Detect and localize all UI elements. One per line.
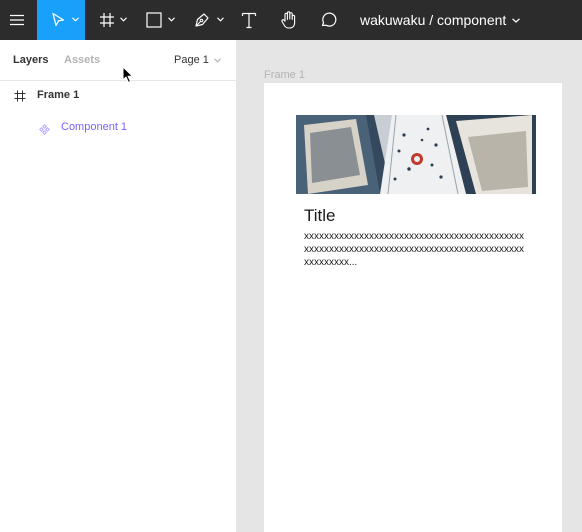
card-image[interactable] <box>296 115 536 194</box>
comment-tool-button[interactable] <box>316 0 340 40</box>
frame[interactable]: Title xxxxxxxxxxxxxxxxxxxxxxxxxxxxxxxxxx… <box>264 83 562 532</box>
chevron-down-icon <box>217 17 224 22</box>
panel-tabs: Layers Assets Page 1 <box>0 40 237 81</box>
document-title: wakuwaku / component <box>360 12 507 28</box>
pen-tool-icon <box>193 11 211 29</box>
page-select[interactable]: Page 1 <box>174 54 221 66</box>
text-tool-button[interactable] <box>238 0 260 40</box>
layer-label: Frame 1 <box>37 89 80 101</box>
chevron-down-icon <box>120 17 127 22</box>
frame-icon <box>14 89 26 107</box>
frame-tool-icon <box>99 12 115 28</box>
layer-label: Component 1 <box>61 121 128 133</box>
shape-tool-button[interactable] <box>142 0 180 40</box>
card-body[interactable]: xxxxxxxxxxxxxxxxxxxxxxxxxxxxxxxxxxxxxxxx… <box>304 230 526 269</box>
frame-label[interactable]: Frame 1 <box>264 69 305 81</box>
hand-tool-icon <box>279 10 299 30</box>
chevron-down-icon <box>168 17 175 22</box>
tab-layers[interactable]: Layers <box>13 54 48 66</box>
chevron-down-icon <box>72 17 79 22</box>
layer-row-component[interactable]: Component 1 <box>0 112 237 144</box>
chevron-down-icon <box>512 17 521 23</box>
component-icon <box>39 122 50 140</box>
text-tool-icon <box>241 11 257 29</box>
chevron-down-icon <box>213 57 221 63</box>
card-title[interactable]: Title <box>304 206 336 226</box>
comment-icon <box>319 11 337 29</box>
shape-tool-icon <box>146 12 162 28</box>
page-select-label: Page 1 <box>174 54 209 66</box>
menu-button[interactable] <box>0 0 34 40</box>
canvas[interactable]: Frame 1 Title xxxxxxxxxxxxxxxxxxxxxxxxxx… <box>238 40 582 532</box>
toolbar: wakuwaku / component <box>0 0 582 40</box>
document-title-menu[interactable]: wakuwaku / component <box>360 0 521 40</box>
menu-icon <box>9 14 25 26</box>
tab-assets[interactable]: Assets <box>64 54 100 66</box>
hand-tool-button[interactable] <box>276 0 302 40</box>
mouse-cursor-icon <box>122 66 134 89</box>
move-tool-button[interactable] <box>37 0 85 40</box>
pen-tool-button[interactable] <box>190 0 228 40</box>
layer-row-frame[interactable]: Frame 1 <box>0 80 237 112</box>
frame-tool-button[interactable] <box>96 0 132 40</box>
layers-panel: Layers Assets Page 1 Frame 1 Component 1 <box>0 40 237 532</box>
move-tool-icon <box>51 12 65 28</box>
